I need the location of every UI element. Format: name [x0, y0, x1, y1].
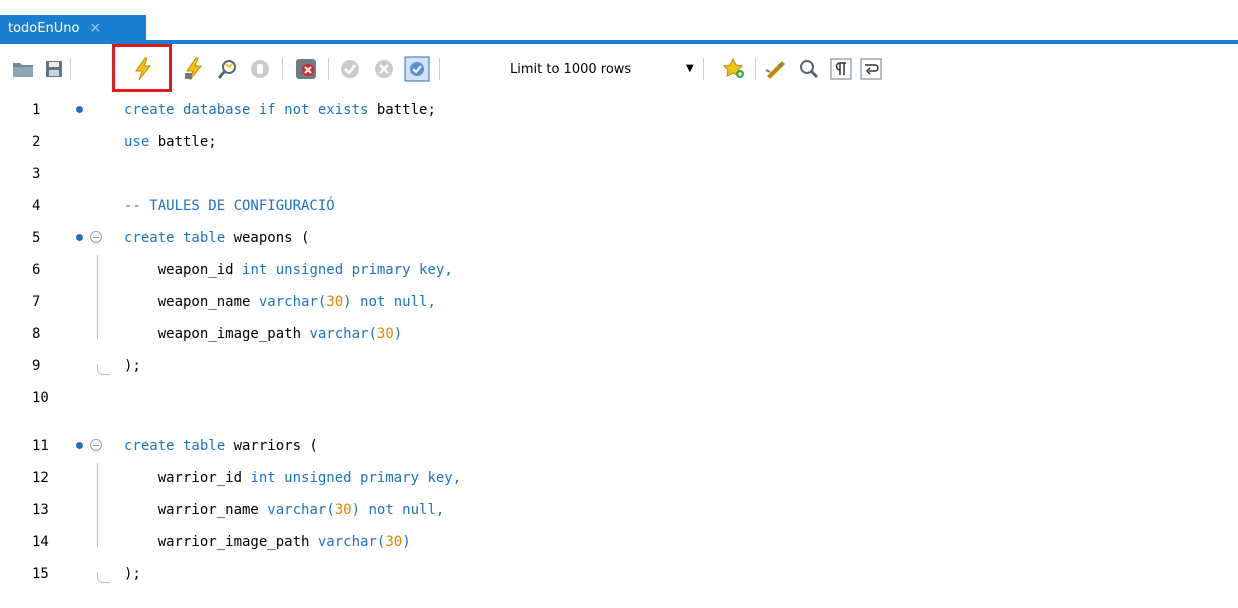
line-number: 5: [32, 230, 41, 246]
statement-marker-icon: [76, 106, 83, 113]
tab-close-icon[interactable]: ×: [89, 20, 101, 36]
execute-current-icon[interactable]: [181, 56, 207, 82]
autocommit-icon[interactable]: [404, 56, 430, 82]
code-text: weapon_id int unsigned primary key,: [124, 262, 453, 278]
toolbar-separator: [703, 58, 704, 80]
sql-editor-toolbar: Limit to 1000 rows ▼: [0, 44, 1238, 94]
line-number: 2: [32, 134, 41, 150]
toolbar-separator: [70, 58, 71, 80]
find-icon[interactable]: [796, 56, 822, 82]
line-number: 11: [32, 438, 49, 454]
commit-icon[interactable]: [337, 56, 363, 82]
toolbar-separator: [755, 58, 756, 80]
line-number: 6: [32, 262, 41, 278]
code-line[interactable]: 14 warrior_image_path varchar(30): [0, 526, 1238, 558]
invisible-chars-icon[interactable]: [828, 56, 854, 82]
code-text: weapon_name varchar(30) not null,: [124, 294, 436, 310]
code-line[interactable]: 12 warrior_id int unsigned primary key,: [0, 462, 1238, 494]
wrap-icon[interactable]: [858, 56, 884, 82]
code-text: );: [124, 358, 141, 374]
toolbar-separator: [282, 58, 283, 80]
fold-toggle-icon[interactable]: [90, 231, 102, 243]
code-line[interactable]: 15 );: [0, 558, 1238, 590]
code-line[interactable]: 5 create table weapons (: [0, 222, 1238, 254]
sql-editor[interactable]: 1 create database if not exists battle; …: [0, 94, 1238, 608]
code-line[interactable]: 7 weapon_name varchar(30) not null,: [0, 286, 1238, 318]
fold-toggle-icon[interactable]: [90, 439, 102, 451]
line-number: 8: [32, 326, 41, 342]
save-icon[interactable]: [41, 56, 67, 82]
line-number: 14: [32, 534, 49, 550]
line-number: 13: [32, 502, 49, 518]
code-line[interactable]: 13 warrior_name varchar(30) not null,: [0, 494, 1238, 526]
code-text: warrior_image_path varchar(30): [124, 534, 411, 550]
limit-rows-label: Limit to 1000 rows: [510, 61, 632, 77]
line-number: 1: [32, 102, 41, 118]
code-comment: -- TAULES DE CONFIGURACIÓ: [124, 198, 335, 214]
code-text: create table warriors (: [124, 438, 318, 454]
line-number: 7: [32, 294, 41, 310]
code-text: );: [124, 566, 141, 582]
stop-icon[interactable]: [247, 56, 273, 82]
line-number: 15: [32, 566, 49, 582]
highlight-box: [112, 44, 172, 92]
limit-rows-select[interactable]: Limit to 1000 rows ▼: [510, 57, 700, 81]
line-number: 3: [32, 166, 41, 182]
code-line[interactable]: 10: [0, 382, 1238, 414]
code-line[interactable]: 6 weapon_id int unsigned primary key,: [0, 254, 1238, 286]
tab-todoenuno[interactable]: todoEnUno ×: [0, 15, 146, 41]
code-text: weapon_image_path varchar(30): [124, 326, 403, 342]
code-text: create table weapons (: [124, 230, 310, 246]
code-line[interactable]: 11 create table warriors (: [0, 430, 1238, 462]
editor-tab-strip: todoEnUno ×: [0, 0, 1238, 44]
statement-marker-icon: [76, 442, 83, 449]
toolbar-separator: [439, 58, 440, 80]
code-text: warrior_id int unsigned primary key,: [124, 470, 462, 486]
line-number: 12: [32, 470, 49, 486]
code-text: warrior_name varchar(30) not null,: [124, 502, 445, 518]
code-line[interactable]: 1 create database if not exists battle;: [0, 94, 1238, 126]
line-number: 9: [32, 358, 41, 374]
chevron-down-icon: ▼: [686, 63, 694, 74]
toggle-error-icon[interactable]: [293, 56, 319, 82]
code-line[interactable]: 3: [0, 158, 1238, 190]
statement-marker-icon: [76, 234, 83, 241]
rollback-icon[interactable]: [371, 56, 397, 82]
tab-label: todoEnUno: [8, 20, 80, 36]
code-text: use battle;: [124, 134, 217, 150]
code-line[interactable]: 8 weapon_image_path varchar(30): [0, 318, 1238, 350]
open-folder-icon[interactable]: [10, 56, 36, 82]
explain-icon[interactable]: [215, 56, 241, 82]
code-line[interactable]: 4 -- TAULES DE CONFIGURACIÓ: [0, 190, 1238, 222]
code-text: create database if not exists battle;: [124, 102, 436, 118]
code-line[interactable]: 9 );: [0, 350, 1238, 382]
add-snippet-icon[interactable]: [721, 56, 747, 82]
line-number: 10: [32, 390, 49, 406]
line-number: 4: [32, 198, 41, 214]
toolbar-separator: [328, 58, 329, 80]
beautify-icon[interactable]: [763, 56, 789, 82]
code-line[interactable]: 2 use battle;: [0, 126, 1238, 158]
